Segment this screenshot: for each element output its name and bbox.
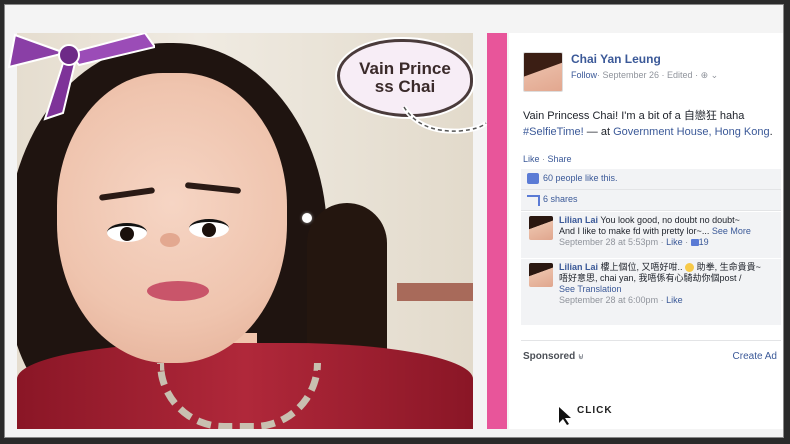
author-name[interactable]: Chai Yan Leung [571,52,661,66]
lips [147,281,209,301]
sponsored-label: Sponsored ⊌ [523,351,584,362]
shares-count[interactable]: 6 shares [543,194,578,204]
nose [160,233,180,247]
divider [521,340,781,341]
like-link[interactable]: Like [523,154,540,164]
purple-bow-sticker [7,33,155,121]
comment-like-link[interactable]: Like [666,295,683,305]
sticker-text-line1: Vain Prince [359,59,451,78]
location-link[interactable]: Government House, Hong Kong [613,126,770,138]
see-more-link[interactable]: See More [712,226,751,236]
comment-text: 樓上個位, 又唔好咁.. [600,262,683,272]
shares-row[interactable]: 6 shares [521,190,781,211]
commenter-avatar[interactable] [529,216,553,240]
left-eye [107,223,147,242]
ad-info-icon[interactable]: ⊌ [578,352,584,361]
post-meta: Follow· September 26 · Edited · ⊕ ⌄ [571,70,718,81]
comment: Lilian Lai You look good, no doubt no do… [521,212,781,258]
wall-panel [397,283,473,301]
share-link[interactable]: Share [548,154,572,164]
comment-body: Lilian Lai 樓上個位, 又唔好咁.. 助拳, 生命貴貴~ 唔好意思, … [559,262,777,306]
thumbs-up-icon [527,173,539,184]
comment-text: You look good, no doubt no doubt~ [600,215,740,225]
likes-row[interactable]: 60 people like this. [521,169,781,190]
pearl-earring [302,213,312,223]
screenshot-frame: Vain Prince ss Chai Chai Yan Leung Follo… [4,4,784,438]
pink-divider [487,33,507,429]
watermark-text: CLICK [577,405,613,416]
comment-meta: September 28 at 5:53pm · Like · 19 [559,237,709,247]
commenter-name[interactable]: Lilian Lai [559,215,598,225]
hashtag-link[interactable]: #SelfieTime! [523,126,584,138]
see-translation-link[interactable]: See Translation [559,284,622,294]
sponsored-text: Sponsored [523,351,576,362]
globe-icon: ⊕ [700,70,709,80]
follow-link[interactable]: Follow [571,70,597,80]
comment-meta: September 28 at 6:00pm · Like [559,295,683,305]
likes-count[interactable]: 60 people like this. [543,173,618,183]
click-logo-watermark: CLICK [555,405,685,427]
comment-time[interactable]: September 28 at 5:53pm [559,237,658,247]
create-ad-link[interactable]: Create Ad [733,351,777,362]
sticker-tail [401,105,488,134]
comment-text-2: And I like to make fd with pretty lor~..… [559,226,710,236]
commenter-avatar[interactable] [529,263,553,287]
post-text-main: Vain Princess Chai! I'm a bit of a 自戀狂 h… [523,110,745,122]
comment-text-cont: 助拳, 生命貴貴~ [696,262,761,272]
cursor-icon [559,407,571,425]
smiley-emoji-icon [685,263,695,273]
left-eyebrow [98,187,156,201]
comment-text-2: 唔好意思, chai yan, 我唔係有心騎劫你個post / [559,273,742,283]
post-actions: Like · Share [523,154,572,164]
comment-body: Lilian Lai You look good, no doubt no do… [559,215,777,248]
sticker-text-line2: ss Chai [374,77,436,96]
comment-like-link[interactable]: Like [666,237,683,247]
right-eye [189,219,229,238]
post-date-edited: · September 26 · Edited · [597,70,701,80]
facebook-post-panel: Chai Yan Leung Follow· September 26 · Ed… [509,33,783,429]
comment: Lilian Lai 樓上個位, 又唔好咁.. 助拳, 生命貴貴~ 唔好意思, … [521,259,781,325]
comment-time[interactable]: September 28 at 6:00pm [559,295,658,305]
author-avatar[interactable] [523,52,563,92]
chevron-down-icon[interactable]: ⌄ [711,70,719,80]
right-eyebrow [184,182,242,194]
commenter-name[interactable]: Lilian Lai [559,262,598,272]
share-icon [527,195,540,206]
post-text: Vain Princess Chai! I'm a bit of a 自戀狂 h… [523,110,773,138]
location-prefix: — at [583,126,614,138]
sticker-text: Vain Prince ss Chai [355,60,455,96]
comment-like-count[interactable]: 19 [699,237,709,247]
thumbs-up-icon [690,239,699,247]
